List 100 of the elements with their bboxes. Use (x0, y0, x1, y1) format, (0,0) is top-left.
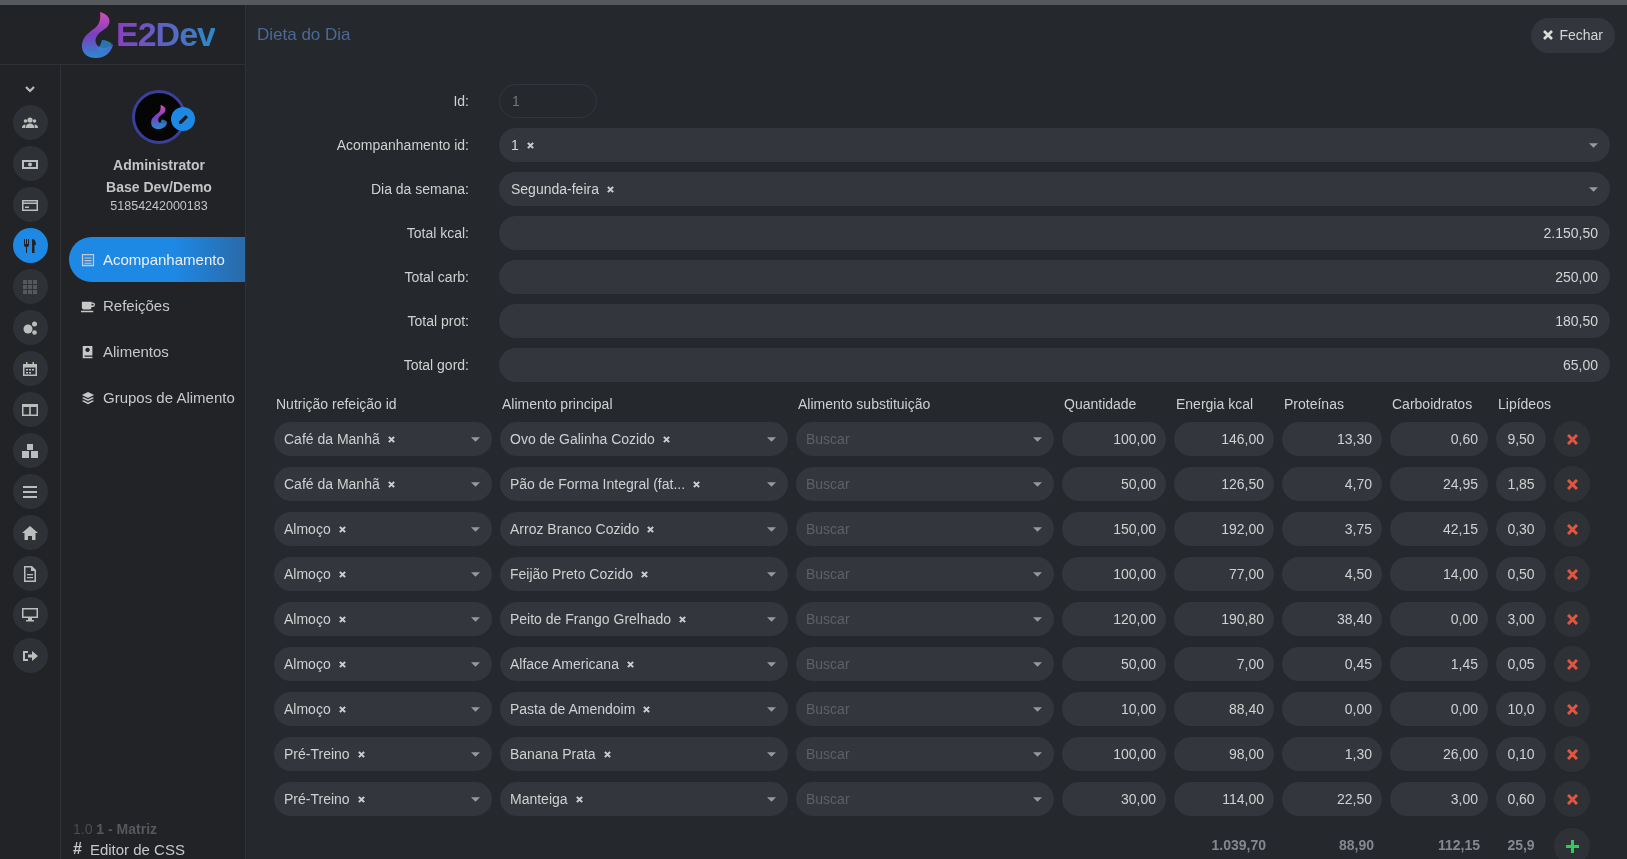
caret-icon[interactable] (1033, 751, 1042, 757)
nav-item[interactable]: Alimentos (69, 329, 245, 374)
fat-input[interactable]: 0,60 (1496, 782, 1546, 816)
kcal-input[interactable]: 146,00 (1174, 422, 1274, 456)
kcal-input[interactable]: 190,80 (1174, 602, 1274, 636)
nav-item[interactable]: Grupos de Alimento (69, 375, 245, 420)
meal-select[interactable]: Café da Manhã (274, 467, 492, 501)
quantity-input[interactable]: 30,00 (1062, 782, 1166, 816)
edit-icon[interactable] (171, 107, 195, 131)
columns-icon[interactable] (12, 392, 48, 427)
caret-icon[interactable] (1033, 526, 1042, 532)
carbs-input[interactable]: 14,00 (1390, 557, 1488, 591)
select-field[interactable]: 1 (499, 128, 1610, 162)
logout-icon[interactable] (12, 638, 48, 673)
food-select[interactable]: Feijão Preto Cozido (500, 557, 788, 591)
caret-icon[interactable] (767, 436, 776, 442)
carbs-input[interactable]: 3,00 (1390, 782, 1488, 816)
clear-icon[interactable] (662, 435, 670, 443)
quantity-input[interactable]: 100,00 (1062, 737, 1166, 771)
carbs-input[interactable]: 1,45 (1390, 647, 1488, 681)
clear-icon[interactable] (606, 185, 614, 193)
number-input[interactable]: 65,00 (499, 348, 1610, 382)
delete-button[interactable] (1554, 781, 1590, 817)
card-icon[interactable] (12, 187, 48, 222)
meal-select[interactable]: Pré-Treino (274, 782, 492, 816)
kcal-input[interactable]: 114,00 (1174, 782, 1274, 816)
meal-select[interactable]: Almoço (274, 647, 492, 681)
clear-icon[interactable] (626, 660, 634, 668)
caret-icon[interactable] (471, 481, 480, 487)
add-button[interactable] (1554, 828, 1590, 859)
delete-button[interactable] (1554, 601, 1590, 637)
caret-icon[interactable] (1033, 436, 1042, 442)
fat-input[interactable]: 0,50 (1496, 557, 1546, 591)
carbs-input[interactable]: 0,00 (1390, 692, 1488, 726)
clear-icon[interactable] (338, 615, 346, 623)
quantity-input[interactable]: 120,00 (1062, 602, 1166, 636)
clear-icon[interactable] (387, 435, 395, 443)
clear-icon[interactable] (357, 750, 365, 758)
food-select[interactable]: Alface Americana (500, 647, 788, 681)
quantity-input[interactable]: 10,00 (1062, 692, 1166, 726)
close-button[interactable]: Fechar (1531, 17, 1615, 53)
meal-select[interactable]: Café da Manhã (274, 422, 492, 456)
kcal-input[interactable]: 98,00 (1174, 737, 1274, 771)
calendar-icon[interactable] (12, 351, 48, 386)
caret-icon[interactable] (1033, 661, 1042, 667)
css-editor-link[interactable]: # Editor de CSS (61, 837, 245, 859)
food-select[interactable]: Manteiga (500, 782, 788, 816)
food-select[interactable]: Peito de Frango Grelhado (500, 602, 788, 636)
kcal-input[interactable]: 126,50 (1174, 467, 1274, 501)
caret-icon[interactable] (1589, 142, 1598, 148)
caret-icon[interactable] (767, 616, 776, 622)
protein-input[interactable]: 0,00 (1282, 692, 1382, 726)
caret-icon[interactable] (767, 571, 776, 577)
caret-icon[interactable] (471, 796, 480, 802)
clear-icon[interactable] (679, 615, 687, 623)
delete-button[interactable] (1554, 556, 1590, 592)
food-select[interactable]: Ovo de Galinha Cozido (500, 422, 788, 456)
caret-icon[interactable] (471, 616, 480, 622)
food-select[interactable]: Pasta de Amendoim (500, 692, 788, 726)
meal-select[interactable]: Almoço (274, 557, 492, 591)
fat-input[interactable]: 1,85 (1496, 467, 1546, 501)
carbs-input[interactable]: 0,00 (1390, 602, 1488, 636)
quantity-input[interactable]: 100,00 (1062, 557, 1166, 591)
caret-icon[interactable] (1033, 706, 1042, 712)
fat-input[interactable]: 3,00 (1496, 602, 1546, 636)
caret-icon[interactable] (471, 706, 480, 712)
clear-icon[interactable] (603, 750, 611, 758)
boxes-icon[interactable] (12, 433, 48, 468)
protein-input[interactable]: 13,30 (1282, 422, 1382, 456)
caret-icon[interactable] (767, 661, 776, 667)
caret-icon[interactable] (767, 526, 776, 532)
plus-icon[interactable] (1564, 838, 1580, 854)
clear-icon[interactable] (338, 705, 346, 713)
caret-icon[interactable] (471, 751, 480, 757)
protein-input[interactable]: 38,40 (1282, 602, 1382, 636)
home-icon[interactable] (12, 515, 48, 550)
caret-icon[interactable] (1033, 571, 1042, 577)
caret-icon[interactable] (1033, 616, 1042, 622)
caret-icon[interactable] (767, 706, 776, 712)
carbs-input[interactable]: 24,95 (1390, 467, 1488, 501)
utensils-icon[interactable] (12, 228, 48, 263)
clear-icon[interactable] (526, 141, 534, 149)
protein-input[interactable]: 4,50 (1282, 557, 1382, 591)
caret-icon[interactable] (471, 526, 480, 532)
carbs-input[interactable]: 26,00 (1390, 737, 1488, 771)
users-icon[interactable] (12, 105, 48, 140)
number-input[interactable]: 2.150,50 (499, 216, 1610, 250)
delete-button[interactable] (1554, 511, 1590, 547)
delete-button[interactable] (1554, 421, 1590, 457)
kcal-input[interactable]: 7,00 (1174, 647, 1274, 681)
meal-select[interactable]: Almoço (274, 512, 492, 546)
protein-input[interactable]: 1,30 (1282, 737, 1382, 771)
carbs-input[interactable]: 42,15 (1390, 512, 1488, 546)
fat-input[interactable]: 0,30 (1496, 512, 1546, 546)
number-input[interactable]: 250,00 (499, 260, 1610, 294)
meal-select[interactable]: Almoço (274, 692, 492, 726)
chevron-down-icon[interactable] (24, 83, 36, 95)
clear-icon[interactable] (575, 795, 583, 803)
number-input[interactable]: 180,50 (499, 304, 1610, 338)
caret-icon[interactable] (471, 571, 480, 577)
